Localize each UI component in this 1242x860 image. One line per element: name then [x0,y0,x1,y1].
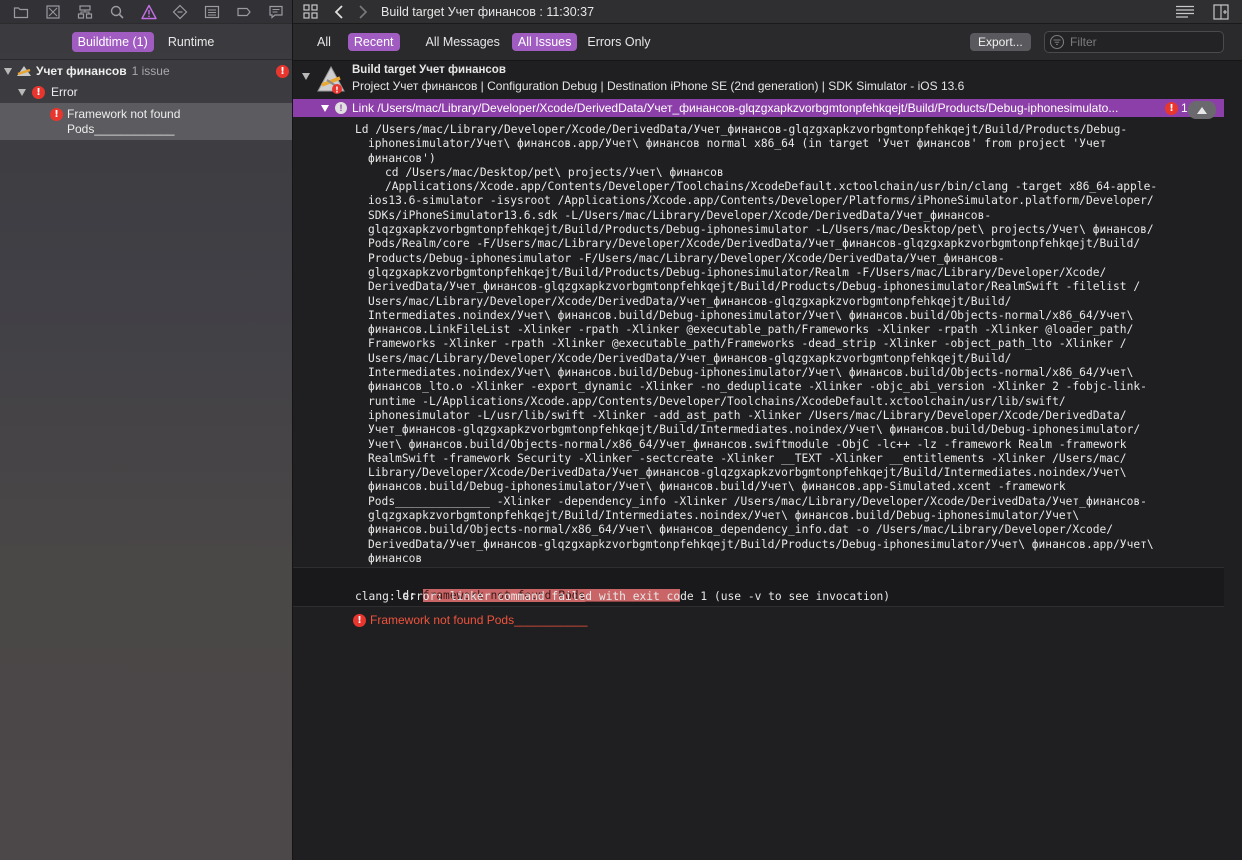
command-line: Frameworks -Xlinker -rpath -Xlinker @exe… [368,337,1127,351]
error-count-icon: ! [1165,101,1178,115]
error-group-label: Error [51,85,78,99]
folder-icon[interactable] [5,1,37,23]
error-icon: ! [353,613,366,627]
navigator-tab-bar [0,0,292,24]
buildtime-tab[interactable]: Buildtime (1) [71,31,154,52]
svg-text:!: ! [335,86,339,95]
command-line: Intermediates.noindex/Учет\ финансов.bui… [368,308,1134,322]
issue-row-selected[interactable]: ! Framework not found Pods____________ [0,103,292,140]
all-messages-button[interactable]: All Messages [420,33,506,51]
linker-command: Ld /Users/mac/Library/Developer/Xcode/De… [355,123,1217,566]
linker-output: ld: framework not found Pods____________… [293,568,1224,606]
issue-warning-icon[interactable] [133,1,165,23]
issue-navigator: Buildtime (1) Runtime Учет финансов 1 is… [0,0,293,860]
log-scrollbar-track[interactable] [1224,61,1242,860]
issue-title-line1: Framework not found [67,107,181,121]
breakpoint-icon[interactable] [228,1,260,23]
command-line: Intermediates.noindex/Учет\ финансов.bui… [368,366,1134,380]
command-line: Учет_финансов-glqzgxapkzvorbgmtonpfehkqe… [368,423,1141,437]
back-chevron-icon[interactable] [333,4,345,19]
final-error-label: Framework not found Pods___________ [370,613,588,627]
project-issue-count: 1 issue [131,64,170,78]
project-row[interactable]: Учет финансов 1 issue ! [0,62,292,80]
minimap-lines-icon[interactable] [1174,5,1196,19]
command-line: cd /Users/mac/Desktop/pet\ projects/Учет… [385,165,724,179]
errors-only-button[interactable]: Errors Only [581,33,656,51]
hierarchy-icon[interactable] [69,1,101,23]
command-line: Pods/Realm/core -F/Users/mac/Library/Dev… [368,237,1141,251]
scope-all-button[interactable]: All [311,33,337,51]
final-error-row[interactable]: ! Framework not found Pods___________ [353,613,587,627]
command-line: финансов [368,551,423,565]
source-control-icon[interactable] [37,1,69,23]
command-line: финансов.build/Objects-normal/x86_64/Уче… [368,523,1114,537]
error-badge-icon: ! [276,64,289,78]
disclosure-triangle-icon[interactable] [321,104,329,112]
command-line: /Applications/Xcode.app/Contents/Develop… [385,180,1158,194]
command-line: Users/mac/Library/Developer/Xcode/Derive… [368,294,1012,308]
link-step-label: Link /Users/mac/Library/Developer/Xcode/… [352,101,1119,115]
command-line: финансов.LinkFileList -Xlinker -rpath -X… [368,323,1134,337]
command-line: финансов_lto.o -Xlinker -export_dynamic … [368,380,1147,394]
command-line: Library/Developer/Xcode/DerivedData/Учет… [368,466,1127,480]
command-line: iphonesimulator/Учет\ финансов.app/Учет\… [368,137,1107,151]
command-line: glqzgxapkzvorbgmtonpfehkqejt/Build/Produ… [368,223,1154,237]
command-line: Users/mac/Library/Developer/Xcode/Derive… [368,351,1012,365]
debug-list-icon[interactable] [196,1,228,23]
add-editor-icon[interactable] [1212,3,1230,20]
command-line: glqzgxapkzvorbgmtonpfehkqejt/Build/Produ… [368,265,1107,279]
test-diamond-icon[interactable] [164,1,196,23]
build-header-row[interactable]: ! Build target Учет финансов Project Уче… [293,61,1224,99]
command-line: Учет\ финансов.build/Objects-normal/x86_… [368,437,1127,451]
error-icon: ! [32,85,45,99]
scope-recent-button[interactable]: Recent [347,33,400,51]
filter-placeholder: Filter [1070,35,1097,49]
filter-icon [1049,34,1065,50]
error-icon: ! [50,108,63,121]
command-line: Ld /Users/mac/Library/Developer/Xcode/De… [355,123,1128,136]
build-subtitle: Project Учет финансов | Configuration De… [352,79,965,93]
step-status-icon: ! [335,102,347,114]
disclosure-triangle-icon[interactable] [4,67,12,75]
search-icon[interactable] [101,1,133,23]
command-line: DerivedData/Учет_финансов-glqzgxapkzvorb… [368,537,1154,551]
disclosure-triangle-icon[interactable] [302,73,310,80]
clang-error-line: clang: error: linker command failed with… [355,590,891,603]
disclosure-triangle-icon[interactable] [18,88,26,96]
issue-scope-bar: Buildtime (1) Runtime [0,24,292,60]
command-line: DerivedData/Учет_финансов-glqzgxapkzvorb… [368,280,1141,294]
command-line: RealmSwift -framework Security -Xlinker … [368,451,1127,465]
forward-chevron-icon[interactable] [357,4,369,19]
report-bubble-icon[interactable] [260,1,292,23]
related-items-grid-icon[interactable] [301,4,319,19]
collapse-up-button[interactable] [1188,101,1216,119]
report-filter-bar: All Recent All Messages All Issues Error… [293,24,1242,61]
export-button[interactable]: Export... [970,33,1031,51]
command-line: runtime -L/Applications/Xcode.app/Conten… [368,394,1066,408]
command-line: iphonesimulator -L/usr/lib/swift -Xlinke… [368,408,1127,422]
all-issues-button[interactable]: All Issues [511,33,578,51]
editor-title: Build target Учет финансов : 11:30:37 [381,4,595,19]
build-log: ! Build target Учет финансов Project Уче… [293,61,1224,860]
command-line: glqzgxapkzvorbgmtonpfehkqejt/Build/Inter… [368,509,1080,523]
project-name: Учет финансов [36,64,127,78]
error-group-row[interactable]: ! Error [0,83,292,101]
command-line: финансов') [368,151,436,165]
command-line: финансов.build/Debug-iphonesimulator/Уче… [368,480,1066,494]
command-line: Pods______________ -Xlinker -dependency_… [368,494,1147,508]
runtime-tab[interactable]: Runtime [162,32,221,52]
app-target-icon [17,66,31,76]
build-title: Build target Учет финансов [352,64,506,76]
build-target-app-icon: ! [317,65,345,95]
issue-title-line2: Pods____________ [67,122,175,136]
editor-jump-bar: Build target Учет финансов : 11:30:37 [293,0,1242,24]
command-line: ios13.6-simulator -isysroot /Application… [368,194,1154,208]
error-count: 1 [1181,101,1188,115]
command-line: SDKs/iPhoneSimulator13.6.sdk -L/Users/ma… [368,208,992,222]
filter-input[interactable]: Filter [1044,31,1224,53]
divider [293,606,1224,607]
command-line: Products/Debug-iphonesimulator -F/Users/… [368,251,1005,265]
link-step-row[interactable]: ! Link /Users/mac/Library/Developer/Xcod… [293,99,1224,117]
